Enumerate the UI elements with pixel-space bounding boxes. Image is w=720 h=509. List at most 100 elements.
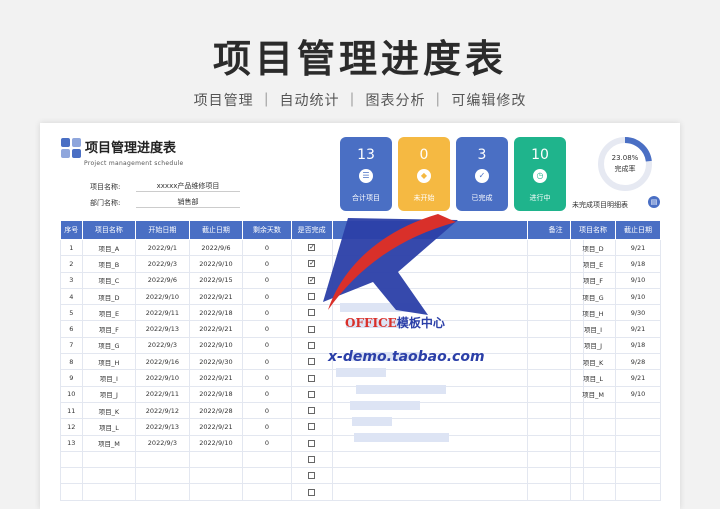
table-cell[interactable]: 项目_A [81, 238, 137, 257]
table-cell[interactable]: 11 [60, 401, 83, 420]
table-cell[interactable]: 2022/9/1 [135, 238, 190, 257]
table-cell[interactable]: 2022/9/18 [188, 385, 244, 403]
table-cell[interactable]: 9/10 [615, 271, 661, 289]
table-cell[interactable] [570, 401, 616, 420]
done-checkbox-cell[interactable] [290, 418, 333, 436]
table-cell[interactable]: 项目_J [570, 336, 616, 355]
table-cell[interactable]: 2022/9/15 [188, 271, 244, 289]
table-cell[interactable] [570, 434, 616, 452]
table-cell[interactable] [242, 483, 292, 501]
table-cell[interactable]: 2022/9/13 [135, 418, 190, 436]
table-cell[interactable]: 2022/9/3 [135, 255, 190, 273]
table-cell[interactable]: 1 [60, 238, 83, 257]
table-cell[interactable]: 0 [242, 336, 292, 355]
table-cell[interactable] [615, 434, 661, 452]
table-cell[interactable]: 项目_F [570, 271, 616, 289]
table-cell[interactable]: 项目_L [81, 418, 137, 436]
table-cell[interactable]: 项目_D [570, 238, 616, 257]
unchecked-checkbox-icon[interactable] [308, 341, 316, 349]
table-cell[interactable]: 9/18 [615, 255, 661, 273]
table-cell[interactable] [135, 467, 190, 485]
table-cell[interactable]: 项目_B [81, 255, 137, 273]
table-cell[interactable]: 2 [60, 255, 83, 273]
table-cell[interactable]: 3 [60, 271, 83, 289]
unchecked-checkbox-icon[interactable] [308, 439, 316, 447]
table-cell[interactable]: 9/30 [615, 304, 661, 322]
table-cell[interactable] [615, 418, 661, 436]
table-cell[interactable]: 2022/9/13 [135, 320, 190, 338]
table-cell[interactable] [188, 467, 244, 485]
table-cell[interactable]: 项目_J [81, 385, 137, 403]
unchecked-checkbox-icon[interactable] [308, 390, 316, 398]
project-name-value[interactable]: xxxxx产品维修项目 [136, 181, 240, 192]
table-cell[interactable]: 9/28 [615, 353, 661, 371]
unchecked-checkbox-icon[interactable] [308, 407, 316, 415]
table-cell[interactable] [135, 450, 190, 469]
table-cell[interactable]: 2022/9/18 [188, 304, 244, 322]
department-value[interactable]: 销售部 [136, 197, 240, 208]
table-cell[interactable] [135, 483, 190, 501]
table-cell[interactable] [81, 450, 137, 469]
table-cell[interactable]: 0 [242, 238, 292, 257]
table-cell[interactable] [242, 450, 292, 469]
table-cell[interactable]: 2022/9/21 [188, 369, 244, 387]
table-cell[interactable]: 2022/9/30 [188, 353, 244, 371]
table-cell[interactable]: 0 [242, 369, 292, 387]
table-cell[interactable]: 2022/9/3 [135, 336, 190, 355]
table-cell[interactable]: 2022/9/11 [135, 304, 190, 322]
table-cell[interactable]: 项目_C [81, 271, 137, 289]
done-checkbox-cell[interactable] [290, 320, 333, 338]
table-cell[interactable]: 12 [60, 418, 83, 436]
table-cell[interactable]: 项目_H [570, 304, 616, 322]
unchecked-checkbox-icon[interactable] [308, 472, 316, 480]
table-cell[interactable] [60, 467, 83, 485]
table-cell[interactable]: 13 [60, 434, 83, 452]
table-cell[interactable]: 项目_I [570, 320, 616, 338]
table-cell[interactable]: 0 [242, 418, 292, 436]
table-cell[interactable]: 2022/9/10 [135, 369, 190, 387]
table-cell[interactable] [615, 483, 661, 501]
table-cell[interactable] [188, 450, 244, 469]
table-cell[interactable]: 2022/9/6 [188, 238, 244, 257]
table-cell[interactable]: 项目_K [81, 401, 137, 420]
table-cell[interactable]: 项目_I [81, 369, 137, 387]
table-cell[interactable]: 0 [242, 287, 292, 306]
done-checkbox-cell[interactable] [290, 483, 333, 501]
table-cell[interactable]: 0 [242, 255, 292, 273]
done-checkbox-cell[interactable] [290, 434, 333, 452]
table-cell[interactable]: 2022/9/10 [135, 287, 190, 306]
table-cell[interactable]: 7 [60, 336, 83, 355]
table-cell[interactable] [242, 467, 292, 485]
table-cell[interactable] [570, 450, 616, 469]
unchecked-checkbox-icon[interactable] [308, 488, 316, 496]
unchecked-checkbox-icon[interactable] [308, 325, 316, 333]
table-cell[interactable] [570, 418, 616, 436]
table-cell[interactable]: 项目_E [81, 304, 137, 322]
unchecked-checkbox-icon[interactable] [308, 374, 316, 382]
table-cell[interactable] [81, 483, 137, 501]
table-cell[interactable]: 9/21 [615, 320, 661, 338]
table-cell[interactable]: 项目_D [81, 287, 137, 306]
table-cell[interactable]: 2022/9/28 [188, 401, 244, 420]
table-cell[interactable]: 项目_G [81, 336, 137, 355]
table-cell[interactable]: 2022/9/16 [135, 353, 190, 371]
table-cell[interactable]: 项目_G [570, 287, 616, 306]
table-cell[interactable] [570, 467, 616, 485]
table-cell[interactable]: 项目_H [81, 353, 137, 371]
table-cell[interactable]: 4 [60, 287, 83, 306]
table-cell[interactable] [615, 450, 661, 469]
done-checkbox-cell[interactable] [290, 385, 333, 403]
table-cell[interactable]: 2022/9/3 [135, 434, 190, 452]
table-cell[interactable]: 2022/9/21 [188, 320, 244, 338]
table-cell[interactable]: 项目_K [570, 353, 616, 371]
table-cell[interactable] [60, 483, 83, 501]
table-cell[interactable]: 8 [60, 353, 83, 371]
table-cell[interactable]: 0 [242, 385, 292, 403]
table-cell[interactable]: 0 [242, 401, 292, 420]
table-cell[interactable]: 2022/9/10 [188, 336, 244, 355]
done-checkbox-cell[interactable] [290, 336, 333, 355]
table-cell[interactable]: 0 [242, 353, 292, 371]
table-cell[interactable]: 2022/9/6 [135, 271, 190, 289]
table-cell[interactable] [615, 401, 661, 420]
table-cell[interactable]: 2022/9/10 [188, 434, 244, 452]
